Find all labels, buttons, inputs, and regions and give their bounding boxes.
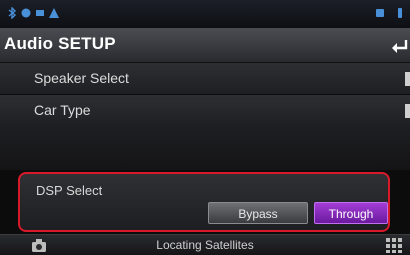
warning-icon <box>49 8 59 18</box>
return-icon[interactable] <box>388 36 410 54</box>
dsp-select-label: DSP Select <box>36 183 103 198</box>
signal-icon <box>36 10 44 16</box>
empty-list-area <box>0 126 410 170</box>
menu-item-speaker-select[interactable]: Speaker Select <box>0 63 410 95</box>
bottom-bar: Locating Satellites <box>0 234 410 255</box>
row-arrow-icon <box>405 72 410 86</box>
through-button[interactable]: Through <box>314 202 388 224</box>
menu-item-label: Speaker Select <box>34 70 129 86</box>
phone-icon <box>21 8 31 18</box>
phone-small-icon <box>398 8 402 18</box>
gps-status-text: Locating Satellites <box>156 238 254 252</box>
row-arrow-icon <box>405 104 410 118</box>
bypass-button[interactable]: Bypass <box>208 202 308 224</box>
grid-menu-icon[interactable] <box>384 236 404 254</box>
page-title: Audio SETUP <box>4 34 116 53</box>
menu-item-label: Car Type <box>34 102 91 118</box>
menu-item-car-type[interactable]: Car Type <box>0 95 410 127</box>
battery-icon <box>376 9 384 17</box>
title-bar: Audio SETUP <box>0 28 410 63</box>
status-bar <box>0 0 410 28</box>
bluetooth-icon <box>8 7 17 19</box>
dsp-select-panel: DSP Select Bypass Through <box>18 172 390 232</box>
